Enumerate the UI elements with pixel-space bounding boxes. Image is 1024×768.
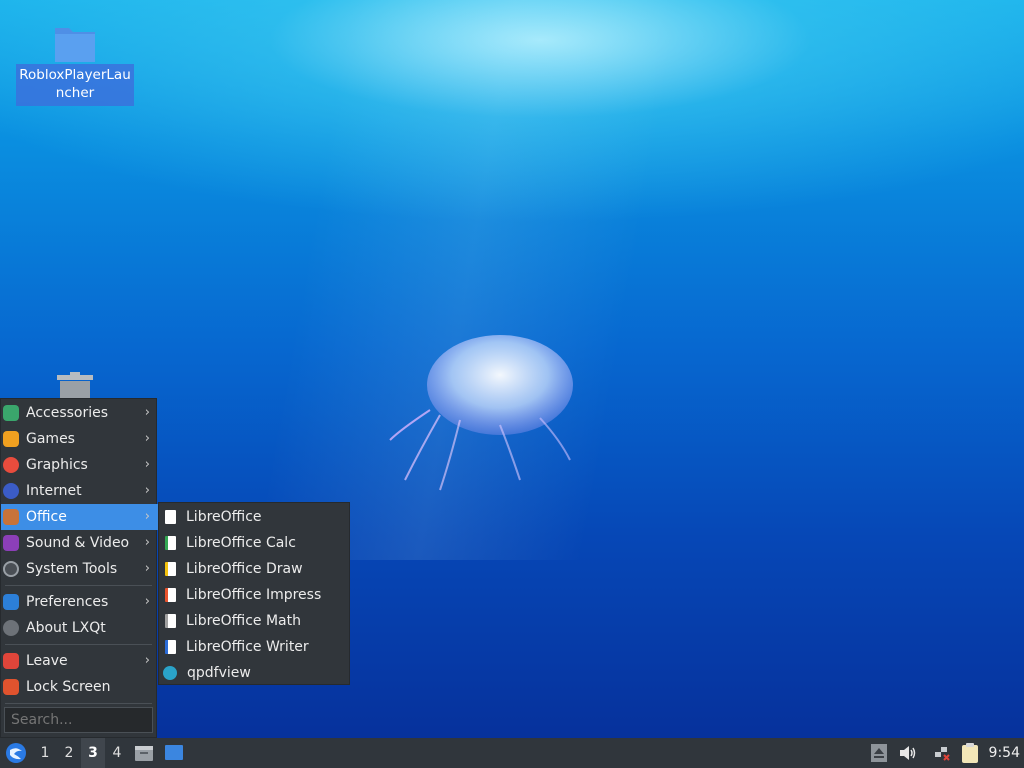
trash-icon [57, 372, 93, 400]
office-icon [3, 509, 19, 525]
submenu-item-label: LibreOffice Writer [186, 639, 309, 655]
qpdfview-icon [163, 666, 177, 680]
menu-item-label: Leave [26, 653, 68, 669]
menu-separator [5, 703, 152, 704]
chevron-right-icon: › [144, 653, 150, 668]
preferences-icon [3, 594, 19, 610]
desktop-icon-label-cont: ncher [55, 85, 95, 101]
libreoffice-calc-icon [165, 536, 176, 550]
network-button[interactable] [927, 738, 957, 768]
menu-item-system-tools[interactable]: System Tools › [1, 556, 158, 582]
folder-icon [55, 28, 95, 62]
menu-item-label: Games [26, 431, 75, 447]
menu-item-label: Sound & Video [26, 535, 130, 551]
desktop-icon-label: RobloxPlayerLau [19, 67, 131, 83]
desktop-switch-2[interactable]: 2 [57, 738, 81, 768]
libreoffice-impress-icon [165, 588, 176, 602]
menu-item-accessories[interactable]: Accessories › [1, 400, 158, 426]
menu-item-label: Accessories [26, 405, 109, 421]
chevron-right-icon: › [144, 561, 150, 576]
submenu-item-label: LibreOffice Draw [186, 561, 303, 577]
submenu-item-libreoffice-writer[interactable]: LibreOffice Writer [159, 634, 349, 660]
clipboard-icon [961, 743, 978, 763]
menu-item-about-lxqt[interactable]: About LXQt [1, 615, 158, 641]
accessories-icon [3, 405, 19, 421]
menu-search-input[interactable] [4, 707, 153, 733]
submenu-item-qpdfview[interactable]: qpdfview [159, 660, 349, 686]
submenu-item-label: qpdfview [187, 665, 251, 681]
chevron-right-icon: › [144, 457, 150, 472]
libreoffice-math-icon [165, 614, 176, 628]
submenu-item-libreoffice-math[interactable]: LibreOffice Math [159, 608, 349, 634]
chevron-right-icon: › [144, 509, 150, 524]
network-disconnected-icon [934, 747, 950, 761]
desktop-folder-roblox[interactable]: RobloxPlayerLau ncher [16, 22, 134, 106]
chevron-right-icon: › [144, 483, 150, 498]
menu-item-label: Lock Screen [26, 679, 111, 695]
volume-icon [899, 746, 915, 760]
games-icon [3, 431, 19, 447]
submenu-item-label: LibreOffice Impress [186, 587, 322, 603]
taskbar: 1 2 3 4 9:54 [0, 738, 1024, 768]
desktop-switch-1[interactable]: 1 [33, 738, 57, 768]
volume-button[interactable] [893, 738, 923, 768]
menu-item-leave[interactable]: Leave › [1, 648, 158, 674]
show-desktop-button[interactable] [159, 738, 189, 768]
show-desktop-icon [165, 745, 183, 760]
lxqt-logo-icon [6, 743, 26, 763]
libreoffice-writer-icon [165, 640, 176, 654]
menu-item-games[interactable]: Games › [1, 426, 158, 452]
submenu-item-label: LibreOffice Calc [186, 535, 296, 551]
menu-item-internet[interactable]: Internet › [1, 478, 158, 504]
menu-separator [5, 644, 152, 645]
menu-item-preferences[interactable]: Preferences › [1, 589, 158, 615]
office-submenu: LibreOffice LibreOffice Calc LibreOffice… [158, 502, 350, 685]
application-menu: Accessories › Games › Graphics › Interne… [0, 398, 158, 738]
lock-icon [3, 679, 19, 695]
internet-icon [3, 483, 19, 499]
menu-item-lock-screen[interactable]: Lock Screen [1, 674, 158, 700]
desktop-trash[interactable] [55, 372, 95, 400]
submenu-item-label: LibreOffice [186, 509, 262, 525]
about-icon [3, 620, 19, 636]
menu-item-label: About LXQt [26, 620, 106, 636]
chevron-right-icon: › [144, 431, 150, 446]
menu-item-label: Internet [26, 483, 82, 499]
clipboard-button[interactable] [957, 738, 983, 768]
desktop-switch-3[interactable]: 3 [81, 738, 105, 768]
eject-button[interactable] [865, 738, 893, 768]
submenu-item-libreoffice-calc[interactable]: LibreOffice Calc [159, 530, 349, 556]
submenu-item-libreoffice[interactable]: LibreOffice [159, 504, 349, 530]
desktop-switch-4[interactable]: 4 [105, 738, 129, 768]
menu-item-label: Office [26, 509, 67, 525]
system-tools-icon [3, 561, 19, 577]
power-icon [3, 653, 19, 669]
main-menu-button[interactable] [0, 738, 32, 768]
submenu-item-libreoffice-draw[interactable]: LibreOffice Draw [159, 556, 349, 582]
submenu-item-label: LibreOffice Math [186, 613, 301, 629]
file-manager-launcher[interactable] [129, 738, 159, 768]
wallpaper-jellyfish [389, 335, 573, 491]
libreoffice-icon [165, 510, 176, 524]
libreoffice-draw-icon [165, 562, 176, 576]
menu-item-label: Graphics [26, 457, 88, 473]
menu-item-label: Preferences [26, 594, 109, 610]
menu-item-graphics[interactable]: Graphics › [1, 452, 158, 478]
graphics-icon [3, 457, 19, 473]
sound-video-icon [3, 535, 19, 551]
menu-separator [5, 585, 152, 586]
menu-item-label: System Tools [26, 561, 118, 577]
file-manager-icon [135, 746, 153, 761]
chevron-right-icon: › [144, 405, 150, 420]
system-tray: 9:54 [865, 738, 1024, 768]
clock[interactable]: 9:54 [989, 745, 1020, 761]
eject-icon [870, 744, 887, 762]
chevron-right-icon: › [144, 594, 150, 609]
submenu-item-libreoffice-impress[interactable]: LibreOffice Impress [159, 582, 349, 608]
chevron-right-icon: › [144, 535, 150, 550]
menu-item-sound-video[interactable]: Sound & Video › [1, 530, 158, 556]
menu-item-office[interactable]: Office › [1, 504, 158, 530]
